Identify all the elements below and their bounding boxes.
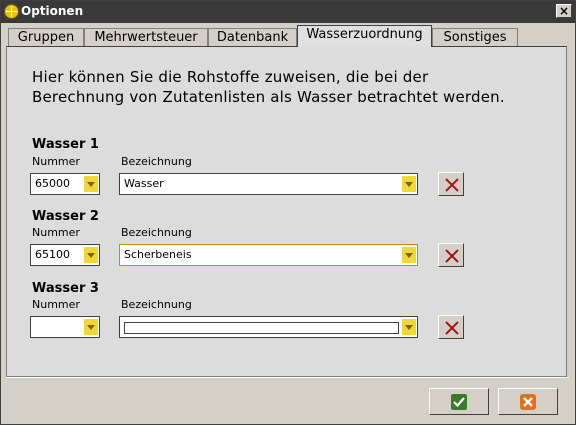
delete-x-icon <box>445 178 459 192</box>
chevron-down-icon[interactable] <box>84 319 98 335</box>
wasser-1-nummer-select[interactable]: 65000 <box>30 173 100 195</box>
intro-text: Hier können Sie die Rohstoffe zuweisen, … <box>32 67 505 107</box>
wasser-2-nummer-label: Nummer <box>32 226 80 239</box>
chevron-down-icon[interactable] <box>402 319 416 335</box>
wasser-1-nummer-label: Nummer <box>32 155 80 168</box>
tab-datenbank[interactable]: Datenbank <box>208 28 297 47</box>
wasser-2-title: Wasser 2 <box>32 209 99 224</box>
wasser-1-bezeichnung-select[interactable]: Wasser <box>119 173 418 195</box>
tab-mehrwertsteuer[interactable]: Mehrwertsteuer <box>84 28 208 47</box>
wasser-2-nummer-select[interactable]: 65100 <box>30 244 100 266</box>
divider <box>6 377 569 378</box>
wasser-3-nummer-select[interactable] <box>30 316 100 338</box>
wasser-2-nummer-value: 65100 <box>35 248 70 261</box>
wasser-2-delete-button[interactable] <box>438 243 464 267</box>
tab-sonstiges[interactable]: Sonstiges <box>432 28 518 47</box>
wasser-3-bezeichnung-select[interactable] <box>119 316 418 338</box>
tab-wasserzuordnung[interactable]: Wasserzuordnung <box>297 25 432 47</box>
wasser-1-bezeichnung-value: Wasser <box>124 177 164 190</box>
wasser-1-bezeichnung-label: Bezeichnung <box>121 155 192 168</box>
wasser-3-bezeichnung-label: Bezeichnung <box>121 298 192 311</box>
checkmark-icon <box>451 394 467 410</box>
wasser-2-bezeichnung-label: Bezeichnung <box>121 226 192 239</box>
tab-gruppen[interactable]: Gruppen <box>8 28 84 47</box>
chevron-down-icon[interactable] <box>402 247 416 263</box>
options-window: Optionen × Gruppen Mehrwertsteuer Datenb… <box>0 0 576 425</box>
cancel-button[interactable] <box>498 388 558 415</box>
ok-button[interactable] <box>429 388 489 415</box>
chevron-down-icon[interactable] <box>84 176 98 192</box>
wasser-1-delete-button[interactable] <box>438 172 464 196</box>
title-bar[interactable]: Optionen × <box>1 1 575 23</box>
wasser-1-nummer-value: 65000 <box>35 177 70 190</box>
wasser-3-nummer-label: Nummer <box>32 298 80 311</box>
intro-line-2: Berechnung von Zutatenlisten als Wasser … <box>32 88 505 106</box>
window-title: Optionen <box>21 4 84 18</box>
delete-x-icon <box>445 249 459 263</box>
intro-line-1: Hier können Sie die Rohstoffe zuweisen, … <box>32 68 429 86</box>
wasser-2-bezeichnung-select[interactable]: Scherbeneis <box>119 244 418 266</box>
delete-x-icon <box>445 321 459 335</box>
wasser-2-bezeichnung-value: Scherbeneis <box>124 248 192 261</box>
wasser-1-title: Wasser 1 <box>32 137 99 152</box>
app-icon <box>4 4 19 19</box>
chevron-down-icon[interactable] <box>402 176 416 192</box>
wasser-3-bezeichnung-edit[interactable] <box>124 322 399 334</box>
close-button[interactable]: × <box>556 4 572 18</box>
chevron-down-icon[interactable] <box>84 247 98 263</box>
wasser-3-title: Wasser 3 <box>32 281 99 296</box>
wasser-3-delete-button[interactable] <box>438 315 464 339</box>
cancel-icon <box>520 394 536 410</box>
